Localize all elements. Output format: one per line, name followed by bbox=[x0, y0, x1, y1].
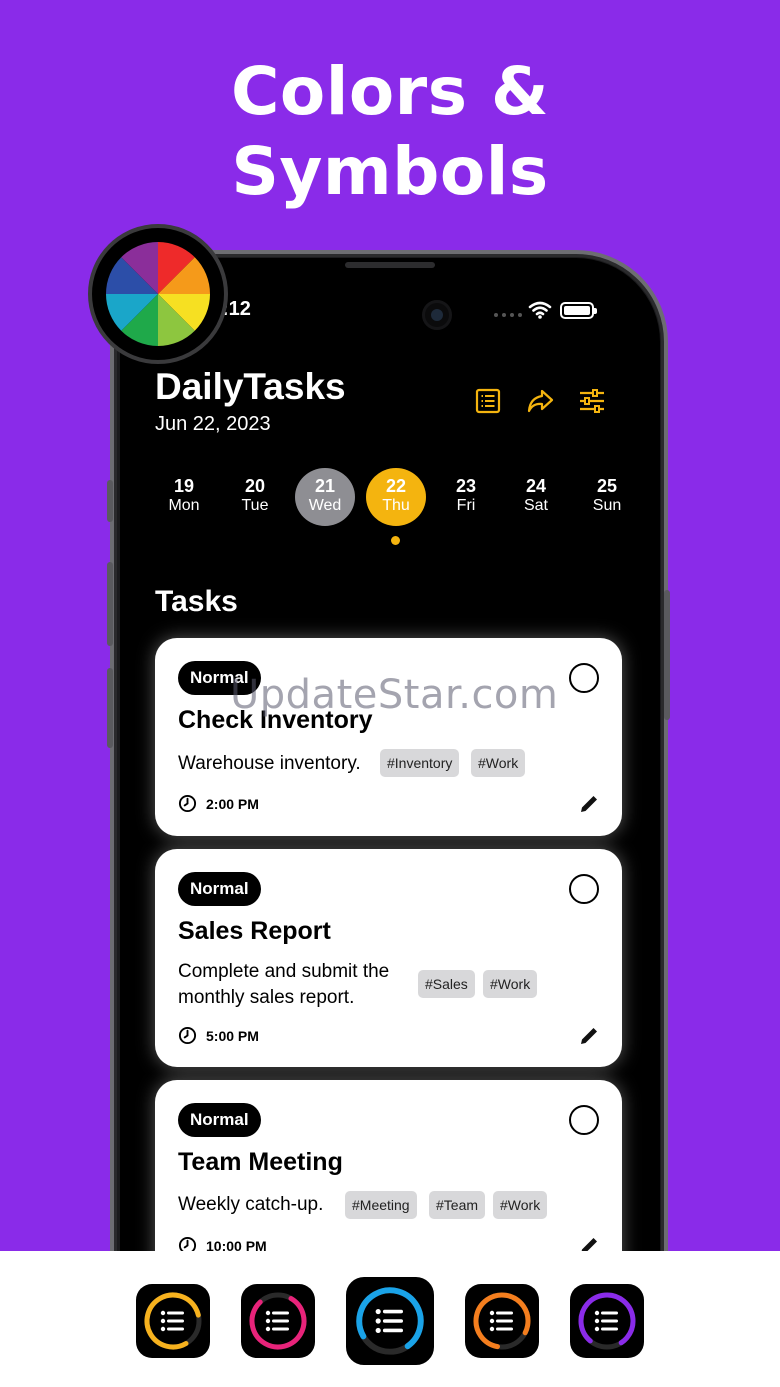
task-card-team-meeting[interactable]: Normal Team Meeting Weekly catch-up. #Me… bbox=[155, 1080, 622, 1280]
color-wheel-badge bbox=[88, 224, 228, 364]
phone-speaker bbox=[345, 262, 435, 268]
task-time: 5:00 PM bbox=[206, 1027, 259, 1044]
task-card-sales-report[interactable]: Normal Sales Report Complete and submit … bbox=[155, 849, 622, 1067]
list-ring-icon bbox=[144, 1292, 202, 1350]
tag-work: #Work bbox=[483, 970, 538, 998]
list-ring-icon bbox=[249, 1292, 307, 1350]
signal-dots-icon bbox=[494, 313, 522, 317]
complete-checkbox[interactable] bbox=[569, 1105, 599, 1135]
edit-pencil-icon[interactable] bbox=[578, 1025, 600, 1047]
complete-checkbox[interactable] bbox=[569, 874, 599, 904]
day-20[interactable]: 20 Tue bbox=[225, 468, 285, 526]
task-description: Weekly catch-up. bbox=[178, 1194, 324, 1215]
today-indicator-dot bbox=[391, 536, 400, 545]
tag-team: #Team bbox=[429, 1191, 486, 1219]
clock-icon bbox=[178, 794, 197, 813]
phone-mute-switch bbox=[107, 480, 113, 522]
headline-line-1: Colors & bbox=[230, 53, 550, 130]
complete-checkbox[interactable] bbox=[569, 663, 599, 693]
phone-power-button bbox=[664, 590, 670, 720]
promo-headline: Colors & Symbols bbox=[0, 52, 780, 212]
task-title: Team Meeting bbox=[178, 1148, 343, 1176]
app-icon-orange[interactable] bbox=[465, 1284, 539, 1358]
task-time: 2:00 PM bbox=[206, 795, 259, 812]
day-25[interactable]: 25 Sun bbox=[577, 468, 637, 526]
task-description: Warehouse inventory. bbox=[178, 753, 361, 774]
day-21[interactable]: 21 Wed bbox=[295, 468, 355, 526]
list-icon[interactable] bbox=[472, 385, 504, 417]
headline-line-2: Symbols bbox=[231, 133, 549, 210]
day-22-selected[interactable]: 22 Thu bbox=[366, 468, 426, 526]
app-icon-blue-selected[interactable] bbox=[346, 1277, 434, 1365]
watermark: UpdateStar.com bbox=[230, 672, 559, 718]
current-date: Jun 22, 2023 bbox=[155, 413, 271, 435]
phone-volume-down bbox=[107, 668, 113, 748]
tag-work: #Work bbox=[493, 1191, 548, 1219]
filter-sliders-icon[interactable] bbox=[576, 385, 608, 417]
tag-inventory: #Inventory bbox=[380, 749, 460, 777]
tasks-section-title: Tasks bbox=[155, 585, 238, 618]
app-icon-purple[interactable] bbox=[570, 1284, 644, 1358]
app-icon-pink[interactable] bbox=[241, 1284, 315, 1358]
front-camera bbox=[422, 300, 452, 330]
task-description-line-1: Complete and submit the bbox=[178, 961, 390, 982]
priority-badge: Normal bbox=[178, 1103, 261, 1137]
day-23[interactable]: 23 Fri bbox=[436, 468, 496, 526]
task-time-row: 2:00 PM bbox=[178, 794, 259, 813]
color-wheel-icon bbox=[106, 242, 210, 346]
list-ring-icon bbox=[578, 1292, 636, 1350]
app-icon-yellow[interactable] bbox=[136, 1284, 210, 1358]
share-icon[interactable] bbox=[524, 385, 556, 417]
tag-meeting: #Meeting bbox=[345, 1191, 417, 1219]
battery-icon bbox=[560, 302, 597, 319]
task-description-line-2: monthly sales report. bbox=[178, 987, 355, 1008]
wifi-icon bbox=[528, 301, 552, 319]
tag-sales: #Sales bbox=[418, 970, 475, 998]
list-ring-icon bbox=[356, 1287, 424, 1355]
task-time-row: 5:00 PM bbox=[178, 1026, 259, 1045]
phone-volume-up bbox=[107, 562, 113, 646]
task-card-check-inventory[interactable]: Normal Check Inventory Warehouse invento… bbox=[155, 638, 622, 836]
list-ring-icon bbox=[473, 1292, 531, 1350]
edit-pencil-icon[interactable] bbox=[578, 793, 600, 815]
day-19[interactable]: 19 Mon bbox=[154, 468, 214, 526]
priority-badge: Normal bbox=[178, 872, 261, 906]
day-24[interactable]: 24 Sat bbox=[506, 468, 566, 526]
tag-work: #Work bbox=[471, 749, 526, 777]
task-title: Sales Report bbox=[178, 917, 331, 945]
clock-icon bbox=[178, 1026, 197, 1045]
app-title: DailyTasks bbox=[155, 366, 346, 407]
